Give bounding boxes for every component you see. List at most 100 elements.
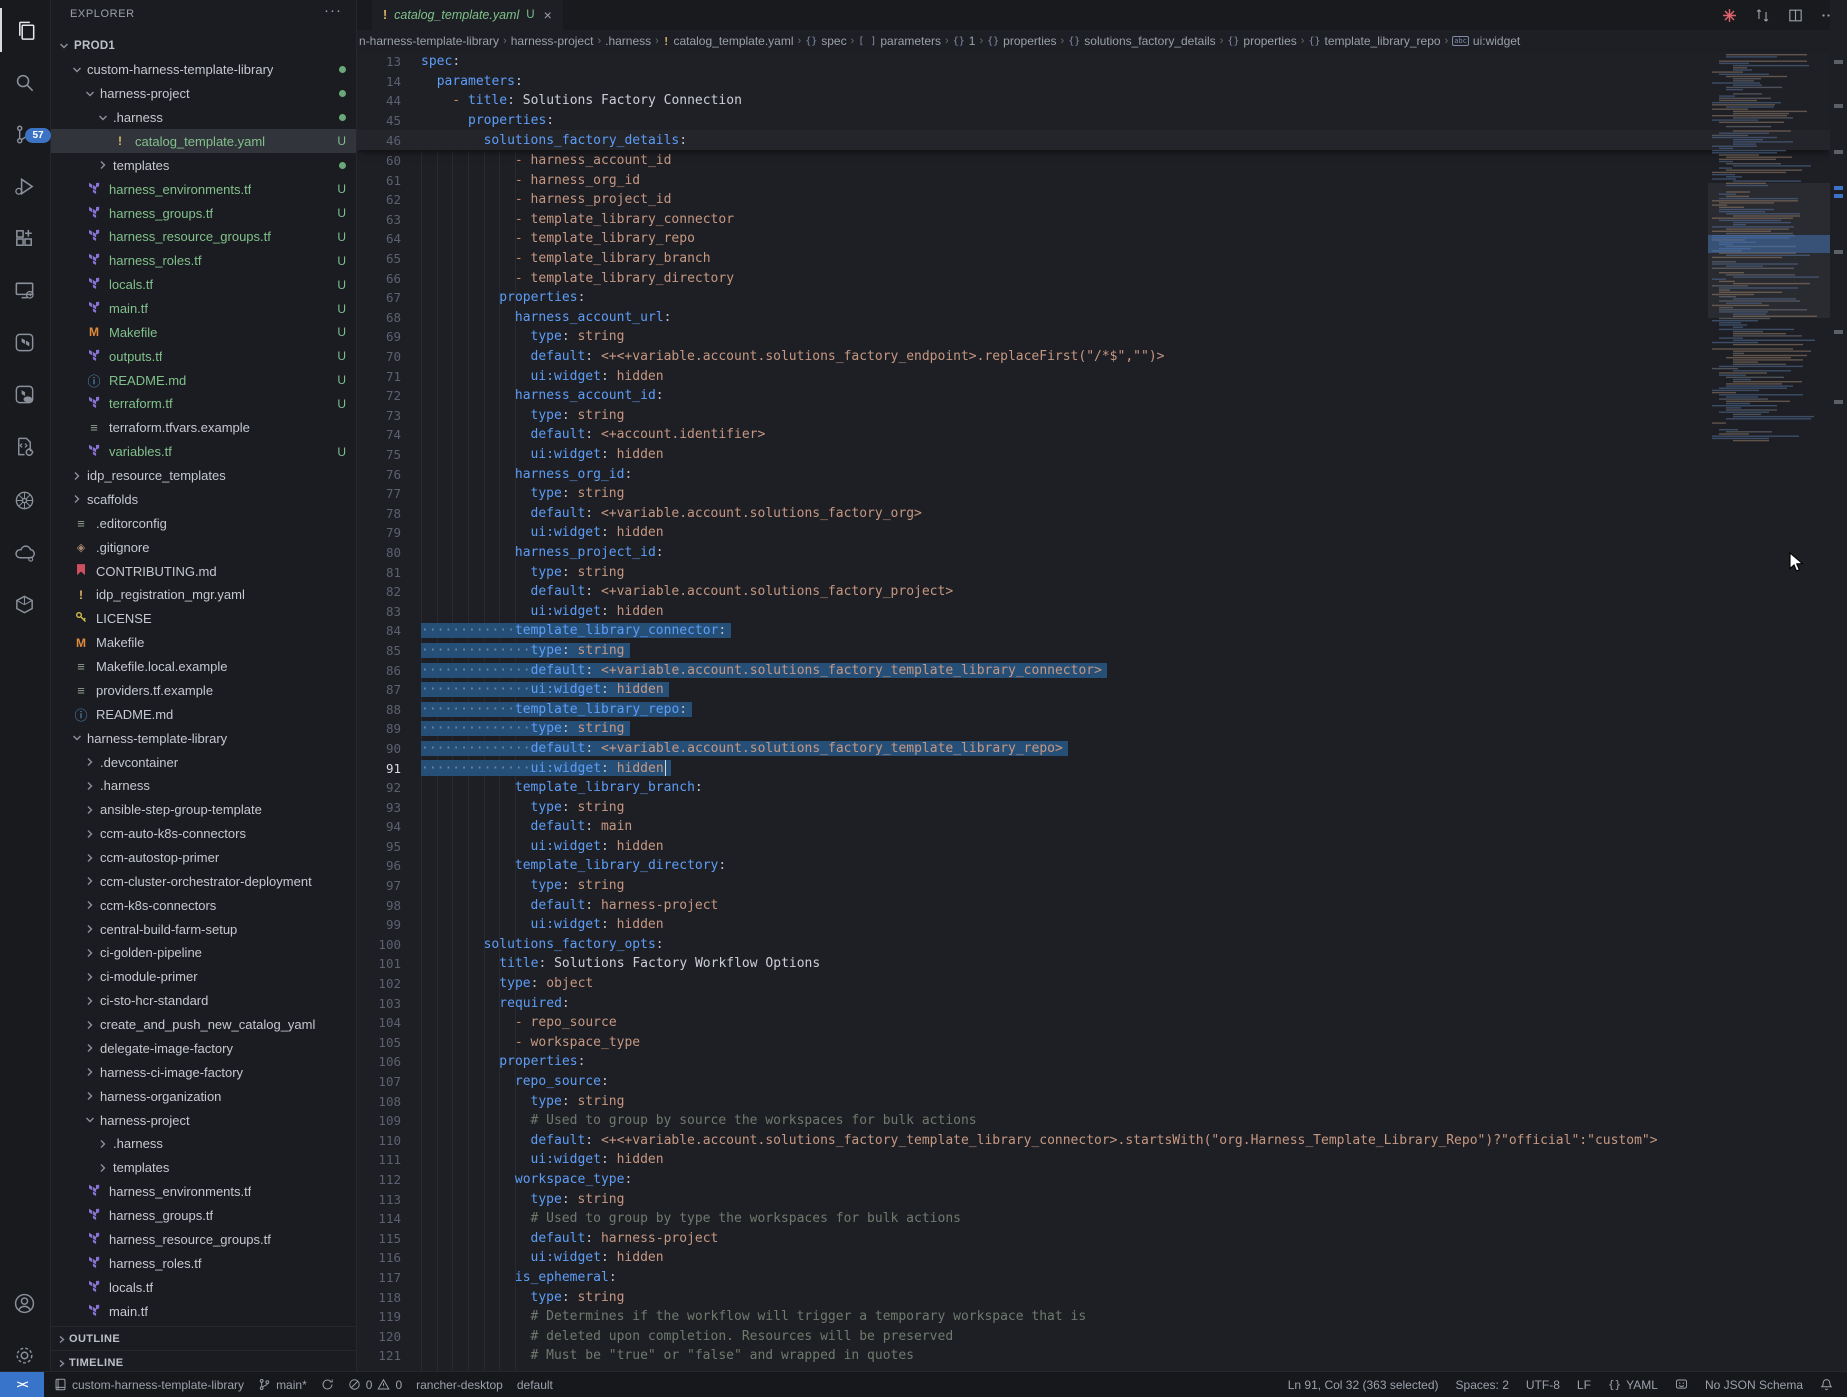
- code-line-96[interactable]: 96template_library_directory:: [357, 856, 1830, 876]
- terraform-cloud-icon[interactable]: [0, 372, 49, 416]
- code-line-107[interactable]: 107repo_source:: [357, 1072, 1830, 1092]
- code-line-82[interactable]: 82default: <+variable.account.solutions_…: [357, 582, 1830, 602]
- tree-file-harness_groups.tf[interactable]: harness_groups.tf: [50, 1204, 356, 1228]
- status-branch[interactable]: main*: [258, 1378, 307, 1392]
- breadcrumb-item-catalog_template.yaml[interactable]: !catalog_template.yaml: [663, 34, 794, 48]
- tree-folder-ci-golden-pipeline[interactable]: ci-golden-pipeline: [50, 941, 356, 965]
- status-indentation[interactable]: Spaces: 2: [1456, 1378, 1509, 1392]
- tree-file-harness_resource_groups.tf[interactable]: harness_resource_groups.tf: [50, 1228, 356, 1252]
- tree-file-harness_groups.tf[interactable]: harness_groups.tfU: [50, 201, 356, 225]
- tree-folder-ci-module-primer[interactable]: ci-module-primer: [50, 965, 356, 989]
- status-rancher-desktop[interactable]: rancher-desktop: [416, 1378, 503, 1392]
- tree-folder-scaffolds[interactable]: scaffolds: [50, 488, 356, 512]
- code-line-84[interactable]: 84············template_library_connector…: [357, 621, 1830, 641]
- code-line-87[interactable]: 87··············ui:widget: hidden: [357, 680, 1830, 700]
- code-line-66[interactable]: 66- template_library_directory: [357, 268, 1830, 288]
- extension-starburst-icon[interactable]: [1721, 7, 1738, 24]
- code-line-111[interactable]: 111ui:widget: hidden: [357, 1150, 1830, 1170]
- code-line-90[interactable]: 90··············default: <+variable.acco…: [357, 739, 1830, 759]
- sticky-line-46[interactable]: 46solutions_factory_details:: [357, 130, 1830, 150]
- code-line-73[interactable]: 73type: string: [357, 406, 1830, 426]
- tree-folder-.devcontainer[interactable]: .devcontainer: [50, 750, 356, 774]
- tree-folder-central-build-farm-setup[interactable]: central-build-farm-setup: [50, 917, 356, 941]
- tree-folder-harness-organization[interactable]: harness-organization: [50, 1084, 356, 1108]
- tree-file-harness_environments.tf[interactable]: harness_environments.tfU: [50, 177, 356, 201]
- breadcrumb-item-ui:widget[interactable]: abcui:widget: [1452, 34, 1520, 48]
- status-schema[interactable]: No JSON Schema: [1705, 1378, 1803, 1392]
- status-cursor-position[interactable]: Ln 91, Col 32 (363 selected): [1288, 1378, 1439, 1392]
- tree-file-locals.tf[interactable]: locals.tfU: [50, 273, 356, 297]
- kubernetes-icon[interactable]: [0, 478, 49, 522]
- code-line-103[interactable]: 103required:: [357, 993, 1830, 1013]
- code-line-85[interactable]: 85··············type: string: [357, 641, 1830, 661]
- code-line-76[interactable]: 76harness_org_id:: [357, 464, 1830, 484]
- breadcrumb-item-properties[interactable]: {}properties: [1227, 34, 1296, 48]
- status-eol[interactable]: LF: [1577, 1378, 1591, 1392]
- tree-file-CONTRIBUTING.md[interactable]: CONTRIBUTING.md: [50, 559, 356, 583]
- code-line-98[interactable]: 98default: harness-project: [357, 895, 1830, 915]
- sticky-line-44[interactable]: 44- title: Solutions Factory Connection: [357, 91, 1830, 111]
- extensions-icon[interactable]: [0, 216, 49, 260]
- code-line-115[interactable]: 115default: harness-project: [357, 1228, 1830, 1248]
- tree-folder-harness-project[interactable]: harness-project: [50, 1108, 356, 1132]
- tree-file-README.md[interactable]: ⓘREADME.md: [50, 702, 356, 726]
- breadcrumb-item-1[interactable]: {}1: [953, 34, 976, 48]
- outline-section[interactable]: OUTLINE: [50, 1326, 356, 1351]
- tree-folder-ccm-auto-k8s-connectors[interactable]: ccm-auto-k8s-connectors: [50, 822, 356, 846]
- search-icon[interactable]: [0, 60, 49, 104]
- tree-folder-ccm-cluster-orchestrator-deployment[interactable]: ccm-cluster-orchestrator-deployment: [50, 869, 356, 893]
- status-sync[interactable]: [321, 1378, 334, 1391]
- tree-folder-create_and_push_new_catalog_yaml[interactable]: create_and_push_new_catalog_yaml: [50, 1013, 356, 1037]
- status-notifications[interactable]: [1820, 1378, 1833, 1391]
- code-line-93[interactable]: 93type: string: [357, 797, 1830, 817]
- tree-file-catalog_template.yaml[interactable]: !catalog_template.yamlU: [50, 129, 356, 153]
- code-line-112[interactable]: 112workspace_type:: [357, 1170, 1830, 1190]
- overview-ruler[interactable]: [1830, 0, 1847, 1347]
- tree-folder-PROD1[interactable]: PROD1: [50, 34, 356, 58]
- code-line-120[interactable]: 120# deleted upon completion. Resources …: [357, 1326, 1830, 1346]
- code-line-77[interactable]: 77type: string: [357, 484, 1830, 504]
- code-line-101[interactable]: 101title: Solutions Factory Workflow Opt…: [357, 954, 1830, 974]
- open-changes-icon[interactable]: [1754, 7, 1771, 24]
- code-line-95[interactable]: 95ui:widget: hidden: [357, 837, 1830, 857]
- sticky-line-14[interactable]: 14parameters:: [357, 72, 1830, 92]
- tree-file-harness_environments.tf[interactable]: harness_environments.tf: [50, 1180, 356, 1204]
- tree-folder-harness-project[interactable]: harness-project: [50, 82, 356, 106]
- split-editor-icon[interactable]: [1787, 7, 1804, 24]
- code-line-72[interactable]: 72harness_account_id:: [357, 386, 1830, 406]
- code-line-106[interactable]: 106properties:: [357, 1052, 1830, 1072]
- code-line-74[interactable]: 74default: <+account.identifier>: [357, 425, 1830, 445]
- cloud-icon[interactable]: [0, 530, 49, 574]
- tree-file-terraform.tf[interactable]: terraform.tfU: [50, 392, 356, 416]
- code-line-60[interactable]: 60- harness_account_id: [357, 151, 1830, 171]
- code-line-92[interactable]: 92template_library_branch:: [357, 778, 1830, 798]
- terraform-icon[interactable]: [0, 320, 49, 364]
- tree-file-LICENSE[interactable]: LICENSE: [50, 607, 356, 631]
- tree-file-Makefile[interactable]: MMakefileU: [50, 320, 356, 344]
- code-line-116[interactable]: 116ui:widget: hidden: [357, 1248, 1830, 1268]
- code-line-104[interactable]: 104- repo_source: [357, 1013, 1830, 1033]
- code-line-78[interactable]: 78default: <+variable.account.solutions_…: [357, 503, 1830, 523]
- breadcrumb-item-n-harness-template-library[interactable]: n-harness-template-library: [359, 34, 499, 48]
- tab-close-icon[interactable]: ×: [544, 7, 552, 23]
- breadcrumb-item-spec[interactable]: {}spec: [805, 34, 846, 48]
- code-line-86[interactable]: 86··············default: <+variable.acco…: [357, 660, 1830, 680]
- tree-folder-ansible-step-group-template[interactable]: ansible-step-group-template: [50, 798, 356, 822]
- code-line-62[interactable]: 62- harness_project_id: [357, 190, 1830, 210]
- tree-folder-ci-sto-hcr-standard[interactable]: ci-sto-hcr-standard: [50, 989, 356, 1013]
- sticky-line-13[interactable]: 13spec:: [357, 52, 1830, 72]
- breadcrumb-item-parameters[interactable]: [ ]parameters: [858, 34, 941, 48]
- tree-file-outputs.tf[interactable]: outputs.tfU: [50, 344, 356, 368]
- status-kube-context[interactable]: default: [517, 1378, 553, 1392]
- code-line-105[interactable]: 105- workspace_type: [357, 1033, 1830, 1053]
- tree-file-Makefile.local.example[interactable]: ≡Makefile.local.example: [50, 655, 356, 679]
- tree-folder-delegate-image-factory[interactable]: delegate-image-factory: [50, 1037, 356, 1061]
- tree-file-idp_registration_mgr.yaml[interactable]: !idp_registration_mgr.yaml: [50, 583, 356, 607]
- code-line-102[interactable]: 102type: object: [357, 974, 1830, 994]
- timeline-section[interactable]: TIMELINE: [50, 1350, 356, 1372]
- status-encoding[interactable]: UTF-8: [1526, 1378, 1560, 1392]
- code-line-114[interactable]: 114# Used to group by type the workspace…: [357, 1209, 1830, 1229]
- run-debug-icon[interactable]: [0, 164, 49, 208]
- code-line-61[interactable]: 61- harness_org_id: [357, 170, 1830, 190]
- status-feedback[interactable]: [1675, 1378, 1688, 1391]
